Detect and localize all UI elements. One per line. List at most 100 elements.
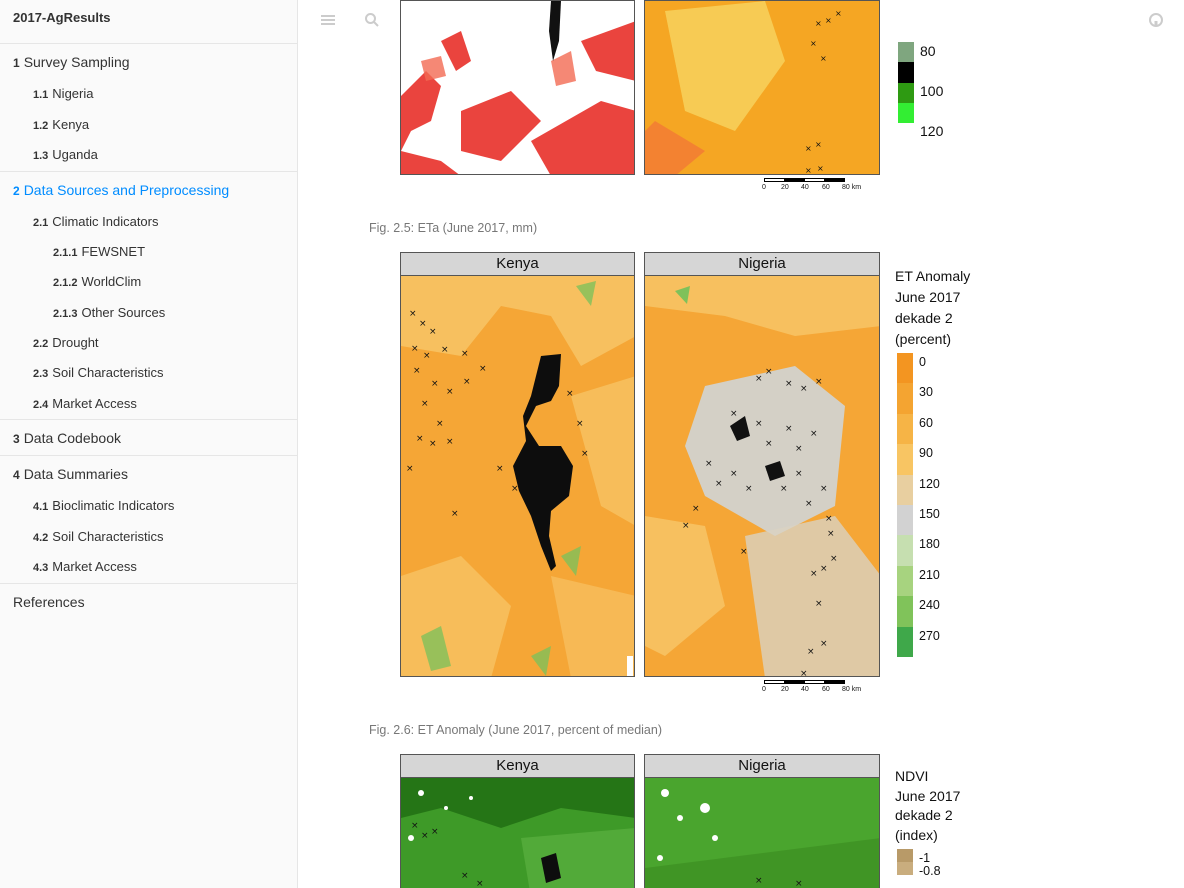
toc-item-2-1-1[interactable]: 2.1.1 FEWSNET [0, 237, 297, 267]
scale-label: 40 [801, 686, 809, 693]
svg-text:×: × [461, 349, 469, 359]
legend-swatch [897, 353, 913, 384]
svg-text:×: × [463, 377, 471, 387]
toc-item-number: 2 [13, 183, 20, 198]
scale-label: 80 km [842, 686, 862, 693]
svg-text:×: × [807, 647, 815, 657]
toc-item-2-4[interactable]: 2.4 Market Access [0, 389, 297, 420]
svg-text:×: × [715, 479, 723, 489]
toc-item-4-1[interactable]: 4.1 Bioclimatic Indicators [0, 491, 297, 522]
toc-item-number: 2.1 [33, 216, 49, 229]
map-ndvi-kenya-svg: ×× ××× [401, 778, 634, 888]
toc-item-1-1[interactable]: 1.1 Nigeria [0, 79, 297, 110]
toc-item-number: 4.3 [33, 562, 49, 575]
legend-title-ndvi: NDVI June 2017 dekade 2 (index) [895, 768, 961, 843]
toc-item-number: 1.2 [33, 119, 49, 132]
svg-text:×: × [830, 554, 838, 564]
toc-item-2-1-3[interactable]: 2.1.3 Other Sources [0, 298, 297, 328]
svg-text:×: × [429, 327, 437, 337]
toc-item-1[interactable]: 1 Survey Sampling [0, 44, 297, 79]
svg-text:×: × [820, 564, 828, 574]
toc-item-4-3[interactable]: 4.3 Market Access [0, 552, 297, 583]
toc-item-1-2[interactable]: 1.2 Kenya [0, 110, 297, 141]
map-panel-nigeria-anomaly: × × × × × × × × × × × × × × × × × × × × × × × × × × × × × × … [644, 275, 880, 677]
scale-label: 80 km [842, 184, 862, 191]
toc-item-number: 2.1.1 [53, 247, 78, 259]
svg-text:×: × [805, 144, 812, 153]
svg-text:×: × [421, 831, 429, 841]
toc-item-label: Nigeria [52, 86, 94, 101]
toc-item-label: Kenya [52, 116, 90, 132]
toc-item-number: 4 [13, 468, 20, 483]
scale-label: 60 [822, 686, 830, 693]
svg-text:×: × [820, 484, 828, 494]
toc-item-label: FEWSNET [81, 244, 146, 259]
toc-item-2-2[interactable]: 2.2 Drought [0, 328, 297, 359]
svg-text:×: × [476, 879, 484, 888]
svg-text:×: × [419, 319, 427, 329]
toc-item-2-1-2[interactable]: 2.1.2 WorldClim [0, 267, 297, 297]
toc-item-4[interactable]: 4 Data Summaries [0, 455, 297, 491]
legend-label: 270 [919, 628, 940, 643]
svg-text:×: × [755, 876, 763, 886]
book-title[interactable]: 2017-AgResults [0, 0, 297, 44]
toc-item-number: 2.1.2 [53, 277, 78, 290]
svg-text:×: × [820, 639, 828, 649]
svg-text:×: × [765, 439, 773, 449]
toc-item-label: Data Codebook [23, 430, 121, 447]
scale-label: 40 [801, 184, 809, 191]
svg-text:×: × [815, 377, 823, 387]
svg-text:×: × [795, 879, 803, 888]
svg-text:×: × [411, 344, 419, 354]
svg-text:×: × [815, 19, 822, 28]
toc-item-number: 2.4 [33, 398, 49, 411]
toc-item-label: Soil Characteristics [52, 528, 164, 544]
svg-text:×: × [451, 509, 459, 519]
panel-strip-kenya: Kenya [400, 252, 635, 276]
panel-strip-nigeria: Nigeria [644, 252, 880, 276]
toc-item-label: Soil Characteristics [52, 365, 164, 381]
svg-text:×: × [581, 449, 589, 459]
svg-text:×: × [411, 821, 419, 831]
svg-text:×: × [820, 54, 827, 63]
toc-item-3[interactable]: 3 Data Codebook [0, 419, 297, 455]
svg-text:×: × [740, 547, 748, 557]
svg-text:×: × [436, 419, 444, 429]
map-panel-nigeria-eta: × × × × × × × × × [644, 0, 880, 175]
scale-segment [824, 680, 845, 684]
toc-item-2[interactable]: 2 Data Sources and Preprocessing [0, 170, 297, 207]
toc-item-number: 1.1 [33, 89, 49, 101]
svg-text:×: × [431, 827, 439, 837]
toc-item-references[interactable]: References [0, 582, 297, 619]
svg-text:×: × [511, 484, 519, 494]
scale-label: 20 [781, 184, 789, 191]
legend-label: -0.8 [919, 864, 941, 878]
map-anomaly-nigeria-svg: ××× ××× ×× × ×× × ×× × × ×× × ×× × × × × ×× × ×× … [645, 276, 879, 677]
svg-text:×: × [810, 569, 818, 579]
scale-segment [764, 680, 785, 684]
svg-text:×: × [800, 384, 808, 394]
toc-item-label: Survey Sampling [23, 54, 130, 70]
legend-label: 0 [919, 355, 926, 369]
toc-item-4-2[interactable]: 4.2 Soil Characteristics [0, 522, 297, 553]
svg-text:×: × [705, 459, 713, 469]
toc-item-number: 2.3 [33, 368, 49, 381]
scale-segment [764, 178, 785, 182]
toc-item-2-1[interactable]: 2.1 Climatic Indicators [0, 207, 297, 238]
svg-text:×: × [815, 599, 823, 609]
toc-item-2-3[interactable]: 2.3 Soil Characteristics [0, 358, 297, 389]
map-panel-nigeria-ndvi: × × [644, 777, 880, 888]
svg-text:×: × [446, 437, 454, 447]
scale-segment [804, 680, 825, 684]
table-of-contents: 1 Survey Sampling 1.1 Nigeria 1.2 Kenya 1.3 Uga… [0, 44, 297, 619]
toc-item-number: 1 [13, 56, 20, 70]
svg-text:×: × [800, 669, 808, 677]
svg-text:×: × [566, 389, 574, 399]
svg-text:×: × [423, 351, 431, 361]
toc-item-label: Market Access [52, 559, 137, 575]
toc-item-1-3[interactable]: 1.3 Uganda [0, 140, 297, 171]
panel-strip-kenya-ndvi: Kenya [400, 754, 635, 778]
svg-text:×: × [730, 469, 738, 479]
main-content: × × × × × × × × × 80 100 120 0 20 40 60 80 km Fig. 2… [298, 0, 1184, 888]
svg-text:×: × [765, 367, 773, 377]
